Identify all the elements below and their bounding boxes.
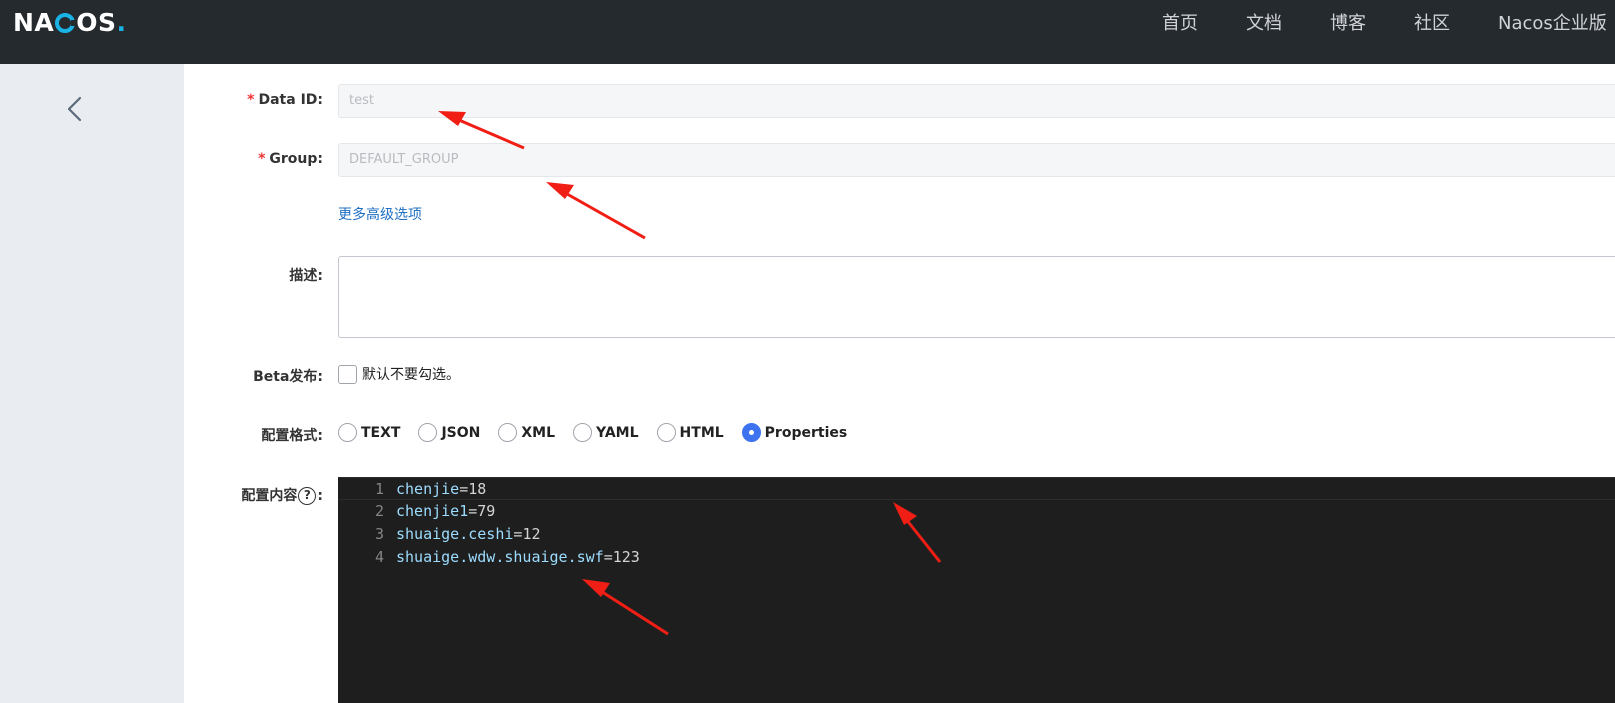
content-label: 配置内容?: [123, 485, 323, 505]
data-id-label-text: Data ID: [258, 92, 323, 108]
radio-label: HTML [679, 424, 724, 441]
code-text: chenjie1=79 [396, 500, 495, 523]
radio-circle[interactable] [656, 423, 676, 442]
format-option-yaml[interactable]: YAML [573, 423, 639, 442]
beta-checkbox-label: 默认不要勾选。 [362, 367, 460, 383]
radio-circle[interactable] [418, 423, 438, 442]
format-label: 配置格式: [261, 428, 323, 444]
code-key: shuaige.ceshi [396, 525, 514, 543]
code-value: 18 [468, 480, 487, 498]
data-id-input[interactable]: test [338, 84, 1615, 118]
radio-circle-selected[interactable] [741, 423, 761, 442]
description-textarea[interactable] [338, 256, 1615, 338]
nav-enterprise[interactable]: Nacos企业版 [1498, 12, 1607, 36]
nav-community[interactable]: 社区 [1414, 12, 1450, 36]
code-line: 4 shuaige.wdw.shuaige.swf=123 [338, 546, 1615, 569]
radio-circle[interactable] [573, 423, 593, 442]
code-text: shuaige.ceshi=12 [396, 523, 541, 546]
code-value: 12 [522, 525, 541, 543]
group-label: * Group: [123, 151, 323, 167]
logo-text-left: NA [13, 8, 55, 37]
radio-label: TEXT [361, 424, 401, 441]
line-number: 4 [374, 548, 384, 566]
format-option-html[interactable]: HTML [656, 423, 724, 442]
group-input[interactable]: DEFAULT_GROUP [338, 143, 1615, 177]
code-key: chenjie [396, 480, 460, 498]
data-id-label: * Data ID: [123, 92, 323, 108]
code-key: chenjie1 [396, 502, 469, 520]
content-label-colon: : [317, 488, 323, 504]
advanced-options-link[interactable]: 更多高级选项 [338, 204, 422, 224]
chevron-left-icon[interactable] [60, 94, 90, 124]
radio-circle[interactable] [338, 423, 357, 442]
radio-circle[interactable] [498, 423, 518, 442]
code-text: chenjie=18 [396, 478, 486, 501]
code-line: 3 shuaige.ceshi=12 [338, 523, 1615, 546]
top-nav: 首页 文档 博客 社区 Nacos企业版 [1162, 12, 1615, 36]
code-key: shuaige.wdw.shuaige.swf [396, 548, 604, 566]
logo-c-mark [55, 13, 78, 33]
required-mark: * [247, 92, 255, 108]
format-option-xml[interactable]: XML [498, 423, 555, 442]
format-option-properties[interactable]: Properties [741, 423, 848, 442]
radio-label: Properties [764, 424, 848, 441]
code-value: 123 [612, 548, 640, 566]
radio-label: YAML [596, 424, 639, 441]
beta-label: Beta发布: [253, 369, 323, 385]
logo-dot: . [116, 8, 127, 37]
annotation-arrow [546, 182, 646, 240]
beta-checkbox-wrap[interactable]: 默认不要勾选。 [338, 364, 460, 384]
line-number: 1 [374, 480, 384, 498]
logo-text-right: OS [76, 8, 117, 37]
nav-blog[interactable]: 博客 [1330, 12, 1366, 36]
code-line: 2 chenjie1=79 [338, 500, 1615, 523]
radio-label: XML [521, 424, 556, 441]
line-number: 2 [374, 502, 384, 520]
line-number: 3 [374, 525, 384, 543]
top-bar: NA OS. 首页 文档 博客 社区 Nacos企业版 [0, 0, 1615, 64]
format-radio-group: TEXT JSON XML YAML HTML Properties [338, 423, 865, 442]
code-op: = [468, 502, 478, 520]
format-option-json[interactable]: JSON [418, 423, 480, 442]
help-icon[interactable]: ? [298, 487, 317, 505]
code-line: 1 chenjie=18 [338, 477, 1615, 500]
format-option-text[interactable]: TEXT [338, 423, 400, 442]
nacos-logo[interactable]: NA OS. [13, 9, 127, 37]
code-op: = [459, 480, 469, 498]
content-label-text: 配置内容 [241, 488, 298, 504]
code-op: = [603, 548, 613, 566]
config-content-editor[interactable]: 1 chenjie=18 2 chenjie1=79 3 shuaige.ces… [338, 477, 1615, 703]
code-text: shuaige.wdw.shuaige.swf=123 [396, 546, 640, 569]
radio-label: JSON [441, 424, 481, 441]
code-value: 79 [477, 502, 496, 520]
required-mark: * [258, 151, 266, 167]
nav-home[interactable]: 首页 [1162, 12, 1198, 36]
nav-docs[interactable]: 文档 [1246, 12, 1282, 36]
description-label: 描述: [289, 268, 323, 284]
group-label-text: Group: [269, 151, 323, 167]
beta-checkbox[interactable] [338, 364, 357, 384]
